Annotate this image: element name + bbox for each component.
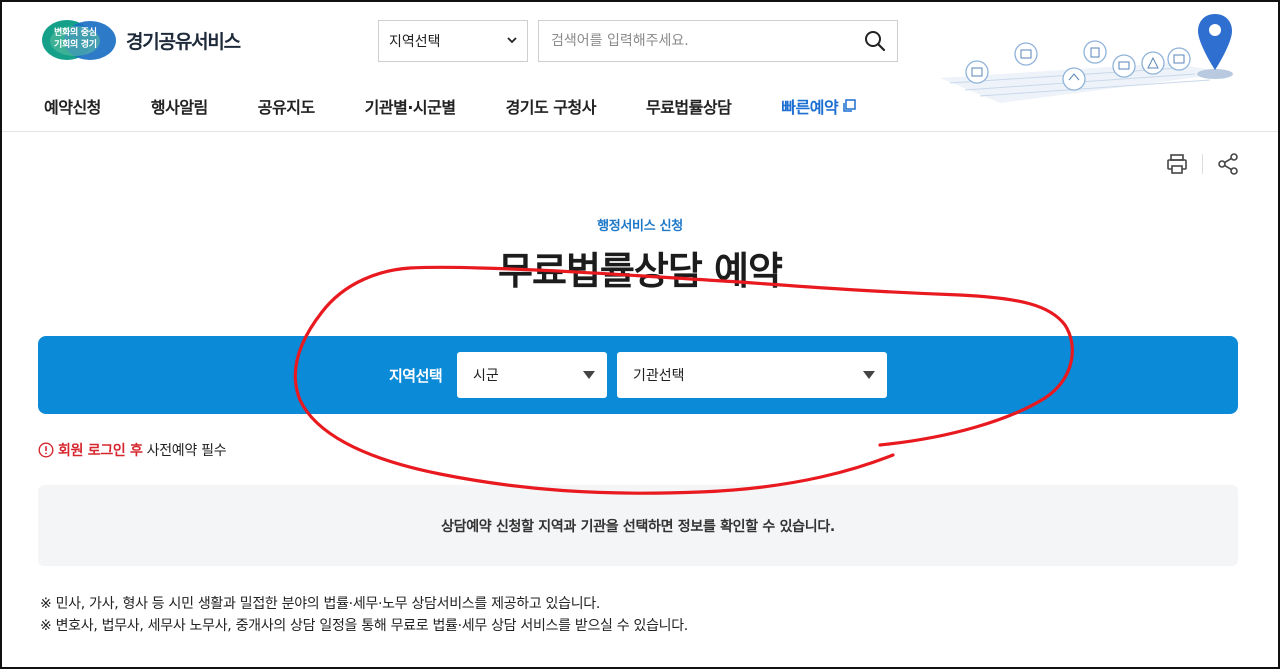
header-region-select[interactable]: 지역선택 (378, 20, 528, 62)
header-illustration (940, 14, 1233, 103)
service-note-line: ※ 변호사, 법무사, 세무사 노무사, 중개사의 상담 일정을 통해 무료로 … (40, 618, 688, 634)
header-region-select-value: 지역선택 (389, 34, 441, 50)
logo-slogan-line2: 기회의 경기 (54, 40, 97, 50)
main-nav: 예약신청 행사알림 공유지도 기관별·시군별 경기도 구청사 무료법률상담 빠른… (44, 94, 856, 118)
fast-reservation-label: 빠른예약 (781, 98, 839, 117)
chevron-down-icon (507, 37, 517, 44)
new-window-icon (843, 99, 856, 112)
logo-slogan-line1: 변화의 중심 (54, 28, 97, 38)
region-selector-label: 지역선택 (389, 367, 443, 385)
login-notice: 회원 로그인 후 사전예약 필수 (38, 440, 227, 460)
alert-circle-icon (38, 442, 54, 458)
nav-item-reservation[interactable]: 예약신청 (44, 94, 101, 118)
city-select-value: 시군 (473, 368, 499, 384)
logo-mark: 변화의 중심 기회의 경기 (42, 20, 116, 60)
agency-select-value: 기관선택 (633, 368, 685, 384)
page-subtitle: 행정서비스 신청 (597, 219, 683, 234)
nav-item-by-agency[interactable]: 기관별·시군별 (365, 94, 456, 118)
login-notice-warning[interactable]: 회원 로그인 후 (58, 440, 143, 460)
nav-item-share-map[interactable]: 공유지도 (258, 94, 315, 118)
caret-down-icon (863, 371, 875, 379)
print-icon[interactable] (1165, 152, 1189, 176)
agency-select[interactable]: 기관선택 (617, 352, 887, 398)
site-logo[interactable]: 변화의 중심 기회의 경기 경기공유서비스 (42, 20, 241, 60)
info-message: 상담예약 신청할 지역과 기관을 선택하면 정보를 확인할 수 있습니다. (441, 518, 835, 535)
tools-divider (1202, 154, 1203, 174)
nav-item-events[interactable]: 행사알림 (151, 94, 208, 118)
search-icon[interactable] (863, 29, 887, 53)
page-title: 무료법률상담 예약 (498, 249, 783, 293)
service-note-line: ※ 민사, 가사, 형사 등 시민 생활과 밀접한 분야의 법률·세무·노무 상… (40, 596, 601, 612)
search-input[interactable] (551, 33, 851, 49)
caret-down-icon (583, 371, 595, 379)
info-message-box: 상담예약 신청할 지역과 기관을 선택하면 정보를 확인할 수 있습니다. (38, 485, 1238, 566)
nav-item-fast-reservation[interactable]: 빠른예약 (781, 94, 856, 118)
nav-item-old-office[interactable]: 경기도 구청사 (506, 94, 597, 118)
logo-title: 경기공유서비스 (126, 30, 241, 53)
city-select[interactable]: 시군 (457, 352, 607, 398)
share-icon[interactable] (1216, 152, 1240, 176)
login-notice-text: 사전예약 필수 (146, 443, 227, 459)
service-notes: ※ 민사, 가사, 형사 등 시민 생활과 밀접한 분야의 법률·세무·노무 상… (40, 593, 688, 637)
header-divider (0, 131, 1280, 132)
nav-item-legal-consult[interactable]: 무료법률상담 (646, 94, 732, 118)
search-box (538, 20, 898, 62)
